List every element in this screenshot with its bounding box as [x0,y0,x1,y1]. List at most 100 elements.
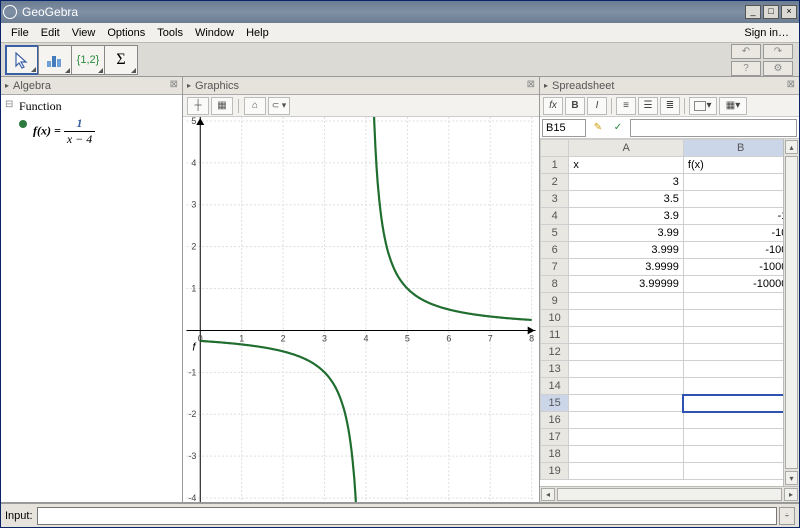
row-2-header[interactable]: 2 [541,174,569,191]
fx-button[interactable]: fx [543,97,563,115]
row-17-header[interactable]: 17 [541,429,569,446]
row-15-header[interactable]: 15 [541,395,569,412]
tool-list[interactable]: {1,2} [71,45,105,75]
panel-close-icon[interactable]: ⊠ [527,79,535,90]
graphics-header[interactable]: ▸ Graphics ⊠ [183,77,539,95]
italic-button[interactable]: I [587,97,607,115]
border-button[interactable]: ▦▾ [719,97,747,115]
scroll-right-button[interactable]: ▸ [784,488,798,501]
align-left-button[interactable]: ≡ [616,97,636,115]
tree-group[interactable]: ⊟ Function [5,99,178,114]
cell-A4[interactable]: 3.9 [569,208,684,225]
row-3-header[interactable]: 3 [541,191,569,208]
function-row[interactable]: f(x) = 1 x − 4 [5,116,178,147]
cell-A3[interactable]: 3.5 [569,191,684,208]
cell-B18[interactable] [683,446,798,463]
accept-icon[interactable]: ✓ [608,119,628,137]
cell-B17[interactable] [683,429,798,446]
menu-edit[interactable]: Edit [35,25,66,41]
cell-ref-input[interactable] [542,119,586,137]
toggle-axes-button[interactable]: ┼ [187,97,209,115]
tool-sum[interactable]: Σ [104,45,138,75]
cell-A12[interactable] [569,344,684,361]
col-A-header[interactable]: A [569,140,684,157]
cell-B12[interactable] [683,344,798,361]
cell-B4[interactable]: -10 [683,208,798,225]
scroll-up-button[interactable]: ▴ [785,140,798,154]
graphics-body[interactable]: ┼ ▦ ⌂ ⊂ ▾ 012345678-4-3-2-112345f [183,95,539,502]
row-5-header[interactable]: 5 [541,225,569,242]
row-10-header[interactable]: 10 [541,310,569,327]
cell-A1[interactable]: x [569,157,684,174]
cell-A7[interactable]: 3.9999 [569,259,684,276]
toggle-grid-button[interactable]: ▦ [211,97,233,115]
collapse-icon[interactable]: ▸ [544,81,548,90]
align-right-button[interactable]: ≣ [660,97,680,115]
cell-A11[interactable] [569,327,684,344]
col-B-header[interactable]: B [683,140,798,157]
row-18-header[interactable]: 18 [541,446,569,463]
cancel-icon[interactable]: ✎ [588,119,608,137]
redo-button[interactable]: ↷ [763,44,793,59]
tool-move[interactable] [5,45,39,75]
cell-B8[interactable]: -100000 [683,276,798,293]
cell-A5[interactable]: 3.99 [569,225,684,242]
bold-button[interactable]: B [565,97,585,115]
cell-A8[interactable]: 3.99999 [569,276,684,293]
row-14-header[interactable]: 14 [541,378,569,395]
row-13-header[interactable]: 13 [541,361,569,378]
help-button[interactable]: ? [731,61,761,76]
cell-B3[interactable]: -2 [683,191,798,208]
h-scrollbar[interactable]: ◂ ▸ [540,486,799,502]
row-16-header[interactable]: 16 [541,412,569,429]
spreadsheet-grid[interactable]: AB1xf(x)23-133.5-243.9-1053.99-10063.999… [540,139,799,502]
menu-tools[interactable]: Tools [151,25,189,41]
sign-in-link[interactable]: Sign in… [738,25,795,41]
collapse-icon[interactable]: ▸ [5,81,9,90]
row-7-header[interactable]: 7 [541,259,569,276]
row-8-header[interactable]: 8 [541,276,569,293]
cell-B1[interactable]: f(x) [683,157,798,174]
cell-A17[interactable] [569,429,684,446]
algebra-header[interactable]: ▸ Algebra ⊠ [1,77,182,95]
snap-button[interactable]: ⊂ ▾ [268,97,290,115]
minimize-button[interactable]: _ [745,5,761,19]
panel-close-icon[interactable]: ⊠ [787,79,795,90]
row-4-header[interactable]: 4 [541,208,569,225]
settings-button[interactable]: ⚙ [763,61,793,76]
cell-A2[interactable]: 3 [569,174,684,191]
row-6-header[interactable]: 6 [541,242,569,259]
v-scrollbar[interactable]: ▴ ▾ [783,139,799,486]
cell-B2[interactable]: -1 [683,174,798,191]
cell-A19[interactable] [569,463,684,480]
panel-close-icon[interactable]: ⊠ [170,79,178,90]
row-1-header[interactable]: 1 [541,157,569,174]
cell-A6[interactable]: 3.999 [569,242,684,259]
cell-A15[interactable] [569,395,684,412]
undo-button[interactable]: ↶ [731,44,761,59]
cell-B6[interactable]: -1000 [683,242,798,259]
graphics-canvas[interactable]: 012345678-4-3-2-112345f [183,117,539,502]
menu-file[interactable]: File [5,25,35,41]
cell-B7[interactable]: -10000 [683,259,798,276]
maximize-button[interactable]: □ [763,5,779,19]
cell-A16[interactable] [569,412,684,429]
row-12-header[interactable]: 12 [541,344,569,361]
cell-A9[interactable] [569,293,684,310]
scroll-left-button[interactable]: ◂ [541,488,555,501]
tool-chart[interactable] [38,45,72,75]
input-dropdown-button[interactable]: ÷ [779,507,795,525]
cell-A10[interactable] [569,310,684,327]
cell-B16[interactable] [683,412,798,429]
menu-view[interactable]: View [66,25,102,41]
formula-input[interactable] [630,119,797,137]
cell-B19[interactable] [683,463,798,480]
align-center-button[interactable]: ☰ [638,97,658,115]
close-button[interactable]: × [781,5,797,19]
row-9-header[interactable]: 9 [541,293,569,310]
cell-B5[interactable]: -100 [683,225,798,242]
cell-B9[interactable] [683,293,798,310]
menu-window[interactable]: Window [189,25,240,41]
cell-B15[interactable] [683,395,798,412]
home-button[interactable]: ⌂ [244,97,266,115]
